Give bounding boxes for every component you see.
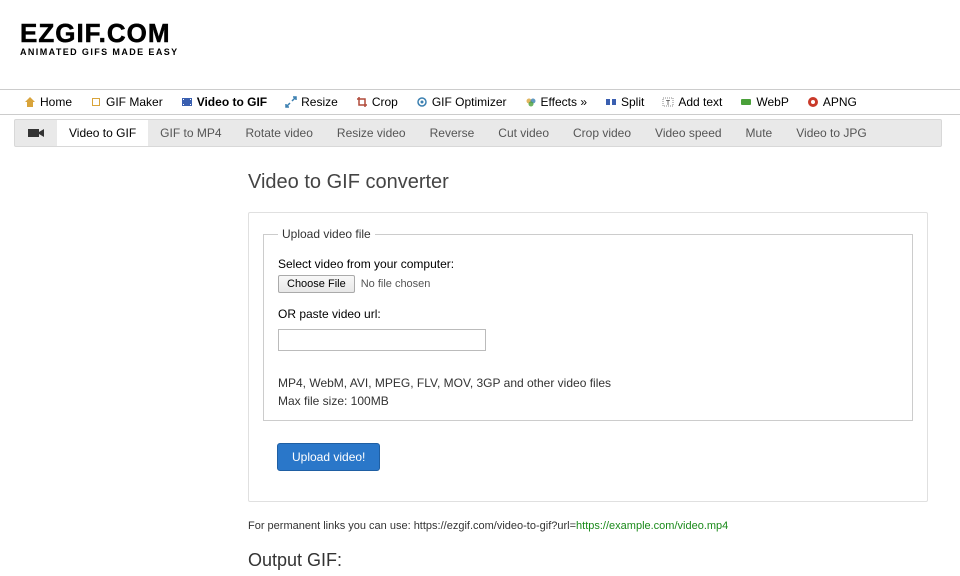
- nav-gif-maker[interactable]: GIF Maker: [90, 95, 163, 109]
- fieldset-legend: Upload video file: [278, 227, 375, 241]
- secondary-nav: Video to GIF GIF to MP4 Rotate video Res…: [14, 119, 942, 147]
- effects-icon: [525, 96, 537, 108]
- crop-icon: [356, 96, 368, 108]
- upload-fieldset: Upload video file Select video from your…: [263, 227, 913, 421]
- logo-tagline: ANIMATED GIFS MADE EASY: [20, 47, 960, 57]
- nav-apng[interactable]: APNG: [807, 95, 857, 109]
- nav-label: Resize: [301, 95, 338, 109]
- nav-label: APNG: [823, 95, 857, 109]
- split-icon: [605, 96, 617, 108]
- upload-panel: Upload video file Select video from your…: [248, 212, 928, 502]
- tab-label: Rotate video: [246, 126, 313, 140]
- file-input-row: Choose File No file chosen: [278, 275, 898, 293]
- apng-icon: [807, 96, 819, 108]
- permalink-hint: For permanent links you can use: https:/…: [248, 520, 940, 532]
- nav-video-to-gif[interactable]: Video to GIF: [181, 95, 267, 109]
- nav-label: Video to GIF: [197, 95, 267, 109]
- tab-label: GIF to MP4: [160, 126, 221, 140]
- tab-label: Mute: [746, 126, 773, 140]
- nav-crop[interactable]: Crop: [356, 95, 398, 109]
- tab-reverse[interactable]: Reverse: [418, 120, 487, 146]
- page-title: Video to GIF converter: [248, 171, 940, 194]
- nav-label: GIF Maker: [106, 95, 163, 109]
- nav-label: Crop: [372, 95, 398, 109]
- tab-video-to-jpg[interactable]: Video to JPG: [784, 120, 879, 146]
- tab-label: Resize video: [337, 126, 406, 140]
- video-url-input[interactable]: [278, 329, 486, 351]
- tab-label: Video speed: [655, 126, 722, 140]
- nav-label: Effects »: [541, 95, 587, 109]
- svg-text:T: T: [666, 100, 671, 107]
- home-icon: [24, 96, 36, 108]
- optimize-icon: [416, 96, 428, 108]
- choose-file-button[interactable]: Choose File: [278, 275, 355, 293]
- film-icon: [181, 96, 193, 108]
- tab-resize-video[interactable]: Resize video: [325, 120, 418, 146]
- tab-label: Video to JPG: [796, 126, 867, 140]
- nav-effects[interactable]: Effects »: [525, 95, 587, 109]
- url-label: OR paste video url:: [278, 307, 898, 321]
- nav-optimizer[interactable]: GIF Optimizer: [416, 95, 507, 109]
- upload-button[interactable]: Upload video!: [277, 443, 380, 471]
- nav-webp[interactable]: WebP: [740, 95, 788, 109]
- tab-crop-video[interactable]: Crop video: [561, 120, 643, 146]
- nav-label: Split: [621, 95, 644, 109]
- tab-label: Reverse: [430, 126, 475, 140]
- resize-icon: [285, 96, 297, 108]
- nav-label: Home: [40, 95, 72, 109]
- maxsize-line: Max file size: 100MB: [278, 393, 898, 410]
- formats-hint: MP4, WebM, AVI, MPEG, FLV, MOV, 3GP and …: [278, 375, 898, 410]
- tab-label: Video to GIF: [69, 126, 136, 140]
- select-label: Select video from your computer:: [278, 257, 898, 271]
- tab-mute[interactable]: Mute: [734, 120, 785, 146]
- tab-rotate-video[interactable]: Rotate video: [234, 120, 325, 146]
- nav-label: WebP: [756, 95, 788, 109]
- nav-label: GIF Optimizer: [432, 95, 507, 109]
- tab-label: Cut video: [498, 126, 549, 140]
- primary-nav: Home GIF Maker Video to GIF Resize Crop …: [0, 89, 960, 115]
- sparkle-icon: [90, 96, 102, 108]
- nav-resize[interactable]: Resize: [285, 95, 338, 109]
- nav-label: Add text: [678, 95, 722, 109]
- tab-cut-video[interactable]: Cut video: [486, 120, 561, 146]
- site-header: EZGIF.COM ANIMATED GIFS MADE EASY: [0, 0, 960, 57]
- tab-gif-to-mp4[interactable]: GIF to MP4: [148, 120, 233, 146]
- tab-video-speed[interactable]: Video speed: [643, 120, 734, 146]
- main-content: Video to GIF converter Upload video file…: [0, 147, 940, 576]
- permalink-prefix: For permanent links you can use: https:/…: [248, 520, 576, 532]
- permalink-example-link[interactable]: https://example.com/video.mp4: [576, 520, 728, 532]
- file-status-text: No file chosen: [361, 278, 431, 290]
- nav-split[interactable]: Split: [605, 95, 644, 109]
- logo-main[interactable]: EZGIF.COM: [20, 22, 960, 45]
- tab-video-to-gif[interactable]: Video to GIF: [57, 120, 148, 146]
- nav-home[interactable]: Home: [24, 95, 72, 109]
- formats-line: MP4, WebM, AVI, MPEG, FLV, MOV, 3GP and …: [278, 375, 898, 392]
- nav-add-text[interactable]: T Add text: [662, 95, 722, 109]
- tab-label: Crop video: [573, 126, 631, 140]
- output-heading: Output GIF:: [248, 550, 940, 571]
- webp-icon: [740, 96, 752, 108]
- camera-icon: [15, 120, 57, 146]
- text-icon: T: [662, 96, 674, 108]
